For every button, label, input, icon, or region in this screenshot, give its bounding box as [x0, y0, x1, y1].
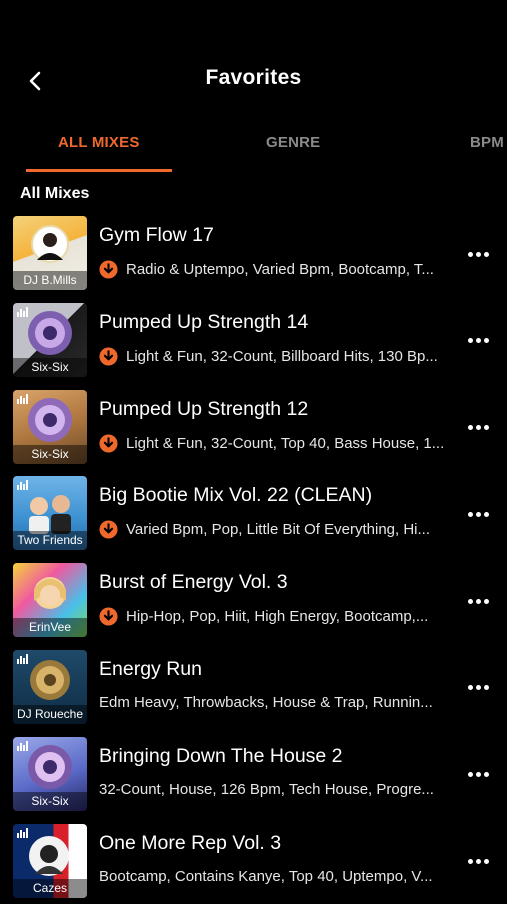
more-options-button[interactable]	[463, 242, 493, 266]
header: Favorites	[0, 0, 507, 120]
download-icon	[99, 434, 118, 453]
mix-tags: Hip-Hop, Pop, Hiit, High Energy, Bootcam…	[99, 607, 459, 626]
list-item[interactable]: Six-Six Bringing Down The House 2 32-Cou…	[0, 731, 507, 818]
list-item[interactable]: Cazes One More Rep Vol. 3 Bootcamp, Cont…	[0, 818, 507, 904]
mix-title: Burst of Energy Vol. 3	[99, 571, 288, 594]
mix-title: One More Rep Vol. 3	[99, 831, 282, 854]
download-icon	[99, 347, 118, 366]
section-title: All Mixes	[20, 185, 90, 202]
artist-label: DJ B.Mills	[13, 271, 87, 290]
mix-artwork: Two Friends	[13, 476, 87, 551]
more-options-button[interactable]	[463, 589, 493, 613]
more-options-button[interactable]	[463, 502, 493, 526]
mix-title: Pumped Up Strength 14	[99, 310, 309, 333]
mix-tags: Edm Heavy, Throwbacks, House & Trap, Run…	[99, 693, 433, 711]
active-tab-indicator	[26, 169, 172, 172]
mix-tags: Bootcamp, Contains Kanye, Top 40, Uptemp…	[99, 867, 433, 885]
mix-tags: Radio & Uptempo, Varied Bpm, Bootcamp, T…	[99, 260, 459, 279]
artist-label: ErinVee	[13, 618, 87, 638]
list-item[interactable]: DJ B.Mills Gym Flow 17 Radio & Uptempo, …	[0, 210, 507, 297]
more-options-button[interactable]	[463, 763, 493, 787]
more-options-button[interactable]	[463, 416, 493, 440]
artist-label: DJ Roueche	[13, 704, 87, 724]
mix-artwork: Six-Six	[13, 736, 87, 811]
list-item[interactable]: Six-Six Pumped Up Strength 14 Light & Fu…	[0, 297, 507, 384]
mix-artwork: Cazes	[13, 823, 87, 898]
mix-artwork: DJ B.Mills	[13, 216, 87, 290]
download-icon	[99, 520, 118, 539]
artist-label: Cazes	[13, 878, 87, 898]
mix-title: Gym Flow 17	[99, 224, 214, 246]
artist-label: Two Friends	[13, 531, 87, 551]
mix-tags: Light & Fun, 32-Count, Top 40, Bass Hous…	[99, 434, 459, 453]
mix-artwork: Six-Six	[13, 302, 87, 377]
mix-title: Pumped Up Strength 12	[99, 397, 309, 420]
tab-all-mixes[interactable]: ALL MIXES	[58, 134, 140, 151]
tab-bpm[interactable]: BPM	[470, 134, 504, 151]
mix-tags: Light & Fun, 32-Count, Billboard Hits, 1…	[99, 347, 459, 366]
more-options-button[interactable]	[463, 676, 493, 700]
list-item[interactable]: ErinVee Burst of Energy Vol. 3 Hip-Hop, …	[0, 557, 507, 644]
mix-tags: 32-Count, House, 126 Bpm, Tech House, Pr…	[99, 780, 434, 798]
artist-label: Six-Six	[13, 791, 87, 811]
list-item[interactable]: Six-Six Pumped Up Strength 12 Light & Fu…	[0, 384, 507, 471]
artist-label: Six-Six	[13, 357, 87, 377]
more-options-button[interactable]	[463, 329, 493, 353]
mix-title: Big Bootie Mix Vol. 22 (CLEAN)	[99, 484, 373, 507]
mix-artwork: Six-Six	[13, 389, 87, 464]
list-item[interactable]: DJ Roueche Energy Run Edm Heavy, Throwba…	[0, 644, 507, 731]
artist-label: Six-Six	[13, 444, 87, 464]
page-title: Favorites	[205, 66, 302, 89]
mix-list: DJ B.Mills Gym Flow 17 Radio & Uptempo, …	[0, 210, 507, 904]
list-item[interactable]: Two Friends Big Bootie Mix Vol. 22 (CLEA…	[0, 470, 507, 557]
mix-artwork: ErinVee	[13, 563, 87, 638]
tab-genre[interactable]: GENRE	[266, 134, 320, 151]
mix-title: Bringing Down The House 2	[99, 744, 343, 767]
download-icon	[99, 607, 118, 626]
download-icon	[99, 260, 118, 279]
mix-tags: Varied Bpm, Pop, Little Bit Of Everythin…	[99, 520, 459, 539]
more-options-button[interactable]	[463, 850, 493, 874]
mix-title: Energy Run	[99, 657, 202, 680]
tab-bar: ALL MIXES GENRE BPM	[0, 128, 507, 174]
mix-artwork: DJ Roueche	[13, 649, 87, 724]
